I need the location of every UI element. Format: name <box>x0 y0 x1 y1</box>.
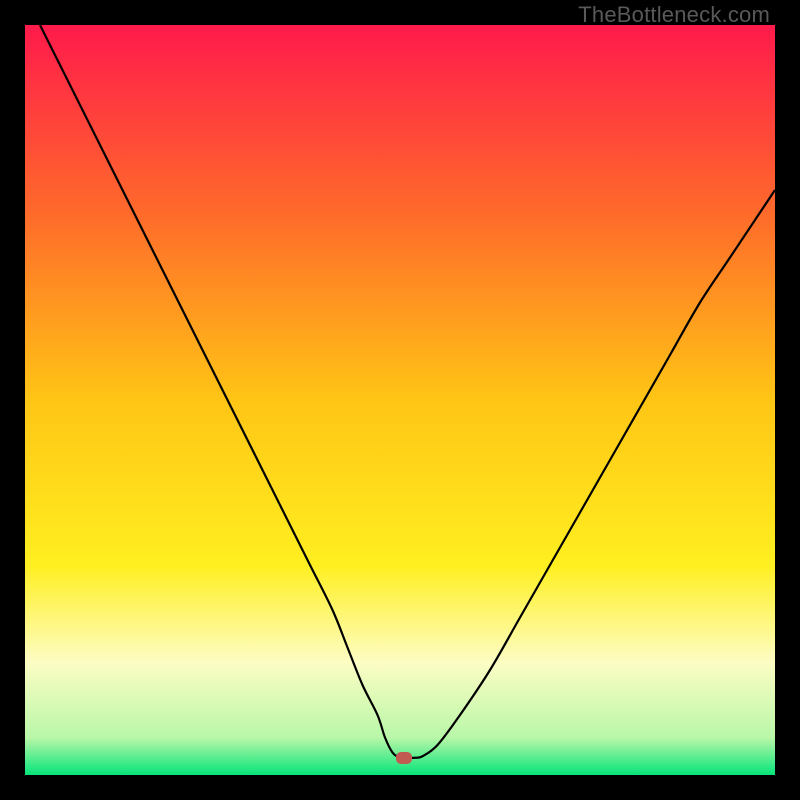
optimal-point-marker <box>396 752 412 764</box>
gradient-background <box>25 25 775 775</box>
watermark-text: TheBottleneck.com <box>578 2 770 28</box>
bottleneck-plot <box>25 25 775 775</box>
chart-frame <box>25 25 775 775</box>
